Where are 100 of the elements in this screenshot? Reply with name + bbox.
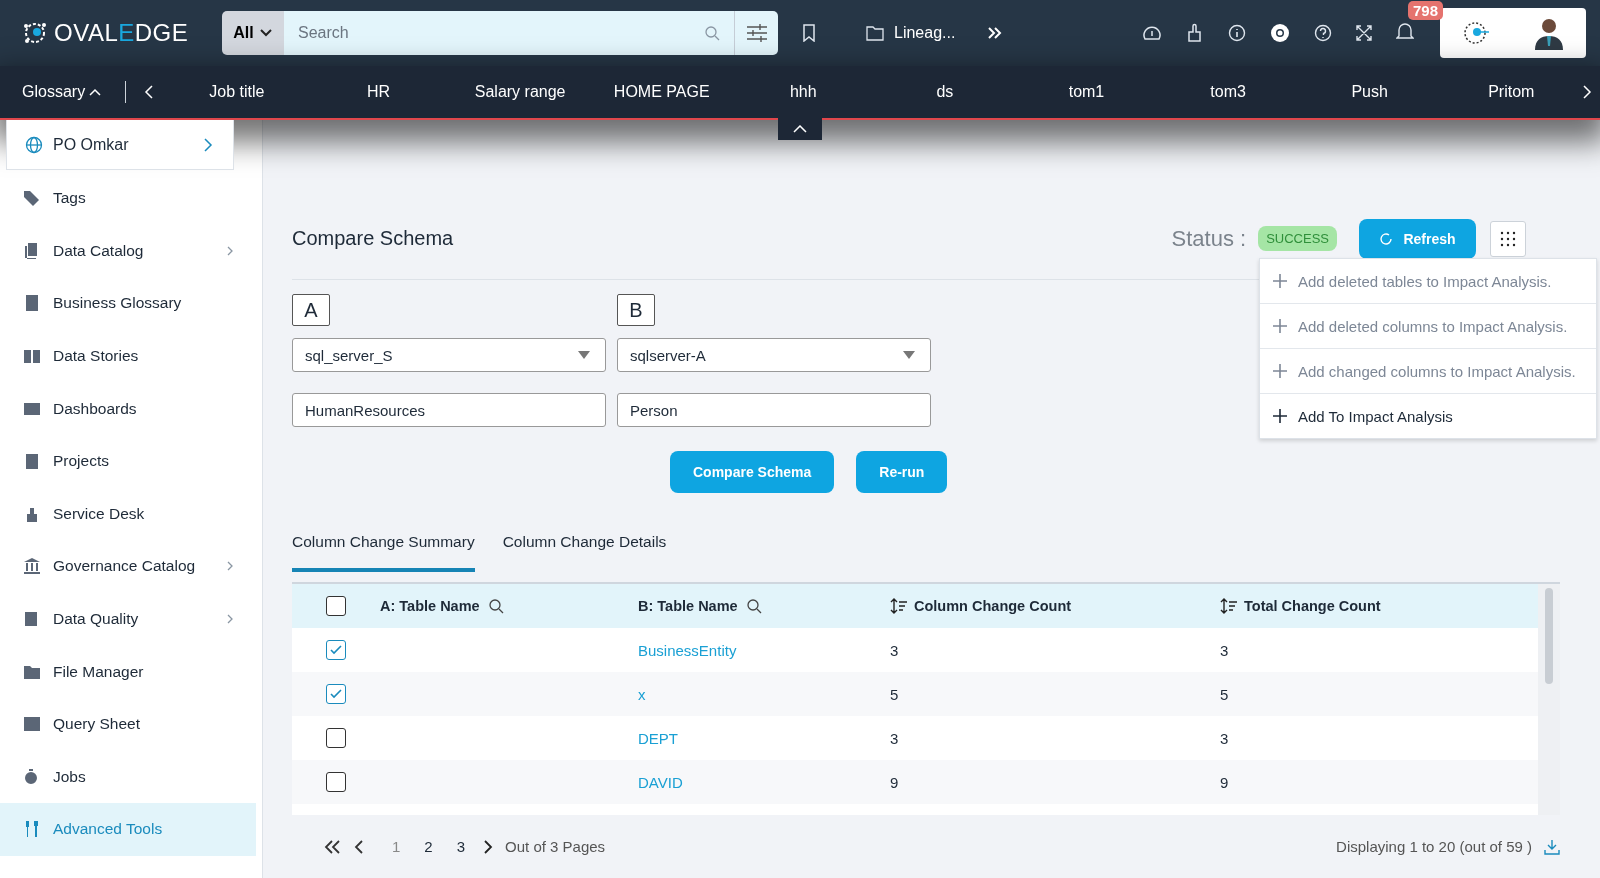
avatar-icon bbox=[1533, 16, 1565, 50]
page-link[interactable]: 3 bbox=[456, 838, 466, 856]
dots-grid-icon bbox=[1499, 229, 1517, 248]
nav-tab[interactable]: tom1 bbox=[1015, 83, 1158, 101]
checkbox[interactable] bbox=[326, 640, 346, 661]
refresh-icon bbox=[1379, 231, 1394, 246]
nav-tab[interactable]: tom3 bbox=[1157, 83, 1299, 101]
glossary-menu[interactable]: Glossary bbox=[22, 83, 102, 101]
sidebar-item[interactable]: Tags bbox=[0, 172, 256, 225]
bank-icon bbox=[23, 557, 41, 576]
search-field[interactable]: Search bbox=[284, 11, 734, 55]
checkbox[interactable] bbox=[326, 684, 346, 705]
sidebar-item[interactable]: Data Stories bbox=[0, 329, 256, 383]
search-input[interactable]: Search bbox=[296, 23, 704, 43]
domain-selector[interactable]: PO Omkar bbox=[6, 120, 234, 170]
bell-icon[interactable] bbox=[1396, 21, 1414, 41]
chevron-right-icon bbox=[203, 137, 213, 152]
search-icon[interactable] bbox=[487, 598, 504, 615]
sidebar-item[interactable]: Advanced Tools bbox=[0, 803, 256, 856]
info-icon[interactable] bbox=[1228, 24, 1246, 42]
nav-tab[interactable]: Push bbox=[1298, 83, 1441, 101]
checkbox[interactable] bbox=[326, 772, 346, 793]
chevron-left-icon[interactable] bbox=[144, 85, 155, 99]
search-icon bbox=[704, 25, 720, 41]
download-icon[interactable] bbox=[1544, 838, 1560, 855]
next-page-icon[interactable] bbox=[483, 839, 494, 854]
double-chevron-icon[interactable] bbox=[987, 26, 1004, 40]
nav-tab[interactable]: Pritom bbox=[1440, 83, 1583, 101]
prev-page-icon[interactable] bbox=[354, 839, 364, 854]
filter-button[interactable] bbox=[734, 11, 778, 55]
tab[interactable]: Column Change Summary bbox=[292, 531, 475, 573]
tab[interactable]: Column Change Details bbox=[502, 531, 667, 573]
sidebar-item[interactable]: Jobs bbox=[0, 750, 256, 804]
checkbox[interactable] bbox=[326, 596, 346, 617]
scrollbar[interactable] bbox=[1538, 584, 1560, 816]
bookmark-icon[interactable] bbox=[802, 24, 816, 42]
plus-icon bbox=[1272, 318, 1288, 334]
sort-icon[interactable] bbox=[1220, 598, 1238, 615]
sidebar-item[interactable]: Data Catalog bbox=[0, 224, 256, 278]
plus-icon bbox=[1272, 363, 1288, 379]
profile-card[interactable] bbox=[1440, 8, 1586, 58]
page-title: Compare Schema bbox=[292, 227, 455, 251]
page-link[interactable]: 2 bbox=[424, 838, 433, 856]
nav-tab[interactable]: HOME PAGE bbox=[590, 83, 733, 101]
status-label: Status : bbox=[1171, 225, 1247, 252]
column-header: Total Change Count bbox=[1244, 598, 1381, 615]
table-cell: 3 bbox=[890, 641, 899, 659]
table-cell: 9 bbox=[890, 773, 899, 791]
logo-icon bbox=[22, 20, 48, 46]
status-badge: SUCCESS bbox=[1258, 226, 1337, 252]
connector-dropdown[interactable]: sqlserver-A bbox=[617, 338, 931, 373]
search-icon[interactable] bbox=[745, 598, 762, 615]
first-page-icon[interactable] bbox=[324, 839, 342, 854]
table-cell: 5 bbox=[1220, 685, 1229, 703]
help-icon[interactable] bbox=[1314, 24, 1332, 42]
column-header: A: Table Name bbox=[380, 598, 480, 615]
breadcrumb-link[interactable]: Lineag... bbox=[894, 24, 956, 42]
sort-icon[interactable] bbox=[890, 598, 908, 615]
plus-icon bbox=[1272, 408, 1288, 424]
column-header: Column Change Count bbox=[914, 598, 1072, 615]
globe-icon bbox=[25, 135, 43, 154]
sidebar-item[interactable]: Governance Catalog bbox=[0, 540, 256, 593]
sidebar-item[interactable]: Data Quality bbox=[0, 592, 256, 646]
caret-icon bbox=[902, 350, 916, 361]
side-label: A bbox=[292, 294, 330, 327]
displaying-count: Displaying 1 to 20 (out of 59 ) bbox=[1336, 838, 1532, 856]
nav-tab[interactable]: ds bbox=[874, 83, 1016, 101]
table-cell: 9 bbox=[1220, 773, 1229, 791]
gauge-icon[interactable] bbox=[1142, 24, 1162, 42]
more-button[interactable] bbox=[1490, 220, 1526, 257]
search-scope-dropdown[interactable]: All bbox=[222, 11, 284, 55]
caret-icon bbox=[577, 350, 591, 361]
checkmark-icon bbox=[330, 689, 342, 700]
connector-dropdown[interactable]: sql_server_S bbox=[292, 338, 606, 373]
column-header: B: Table Name bbox=[638, 598, 738, 615]
chevron-right-icon[interactable] bbox=[1582, 85, 1592, 99]
sidebar-item[interactable]: Service Desk bbox=[0, 487, 256, 541]
browser-icon[interactable] bbox=[1270, 23, 1290, 43]
schema-field[interactable]: HumanResources bbox=[292, 393, 606, 428]
menu-item[interactable]: Add To Impact Analysis bbox=[1260, 394, 1596, 438]
sliders-icon bbox=[745, 23, 768, 43]
sidebar-item[interactable]: Dashboards bbox=[0, 382, 256, 435]
table-cell: 3 bbox=[890, 729, 899, 747]
notification-count: 798 bbox=[1408, 1, 1444, 20]
checkbox[interactable] bbox=[326, 728, 346, 749]
fullscreen-icon[interactable] bbox=[1356, 25, 1372, 41]
sidebar-item[interactable]: File Manager bbox=[0, 645, 256, 698]
table-cell: 3 bbox=[1220, 729, 1229, 747]
nav-tab[interactable]: HR bbox=[307, 83, 450, 101]
side-label: B bbox=[617, 294, 655, 327]
nav-tab[interactable]: Job title bbox=[166, 83, 308, 101]
checkmark-icon bbox=[330, 645, 342, 656]
nav-tab[interactable]: hhh bbox=[732, 83, 875, 101]
sidebar-item[interactable]: Projects bbox=[0, 434, 256, 488]
nav-tab[interactable]: Salary range bbox=[449, 83, 591, 101]
sidebar-item[interactable]: Query Sheet bbox=[0, 697, 256, 751]
chevron-up-icon bbox=[793, 125, 807, 133]
collapse-button[interactable] bbox=[778, 118, 822, 140]
sidebar-item[interactable]: Business Glossary bbox=[0, 277, 256, 330]
schema-field[interactable]: Person bbox=[617, 393, 931, 428]
